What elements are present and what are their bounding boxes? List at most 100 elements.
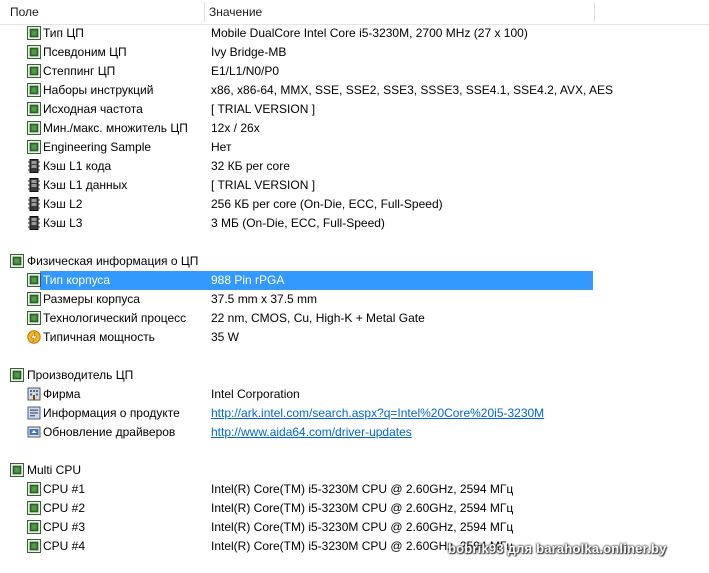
cpu-chip-icon <box>27 26 41 40</box>
cpu-chip-icon <box>10 463 24 477</box>
field-label: Мин./макс. множитель ЦП <box>43 121 188 135</box>
field-value: 988 Pin rPGA <box>211 273 285 287</box>
property-row[interactable]: Кэш L1 кода 32 КБ per core <box>0 157 709 176</box>
memory-stick-icon <box>27 159 41 173</box>
group-header[interactable]: Физическая информация о ЦП <box>0 252 709 271</box>
field-label: Кэш L2 <box>43 197 83 211</box>
field-label: Псевдоним ЦП <box>43 45 127 59</box>
field-value: 22 nm, CMOS, Cu, High-K + Metal Gate <box>211 311 425 325</box>
cpu-chip-icon <box>27 83 41 97</box>
field-label: Тип корпуса <box>43 273 111 287</box>
property-row[interactable]: Степпинг ЦП E1/L1/N0/P0 <box>0 62 709 81</box>
building-icon <box>27 387 41 401</box>
field-label: Исходная частота <box>43 102 143 116</box>
cpu-chip-icon <box>27 292 41 306</box>
property-row[interactable]: Фирма Intel Corporation <box>0 385 709 404</box>
field-label: Обновление драйверов <box>43 425 176 439</box>
cpu-chip-icon <box>27 64 41 78</box>
cpu-chip-icon <box>27 45 41 59</box>
property-row[interactable]: CPU #2 Intel(R) Core(TM) i5-3230M CPU @ 2… <box>0 499 709 518</box>
field-label: Наборы инструкций <box>43 83 154 97</box>
field-value: x86, x86-64, MMX, SSE, SSE2, SSE3, SSSE3… <box>211 83 613 97</box>
memory-stick-icon <box>27 197 41 211</box>
column-header: Поле Значение <box>0 0 709 25</box>
cpu-chip-icon <box>10 368 24 382</box>
field-label: Кэш L1 данных <box>43 178 128 192</box>
value-link[interactable]: http://www.aida64.com/driver-updates <box>211 423 412 442</box>
property-row[interactable]: Кэш L2 256 КБ per core (On-Die, ECC, Full… <box>0 195 709 214</box>
field-label: Степпинг ЦП <box>43 64 116 78</box>
cpu-chip-icon <box>27 121 41 135</box>
cpu-chip-icon <box>27 520 41 534</box>
group-header[interactable]: Multi CPU <box>0 461 709 480</box>
field-label: CPU #2 <box>43 501 86 515</box>
field-label: CPU #4 <box>43 539 86 553</box>
field-label: Типичная мощность <box>43 330 155 344</box>
field-label: Размеры корпуса <box>43 292 140 306</box>
cpu-chip-icon <box>27 311 41 325</box>
group-header[interactable]: Производитель ЦП <box>0 366 709 385</box>
memory-stick-icon <box>27 178 41 192</box>
field-value: Нет <box>211 140 232 154</box>
property-row[interactable]: Размеры корпуса 37.5 mm x 37.5 mm <box>0 290 709 309</box>
group-label: Физическая информация о ЦП <box>27 254 199 268</box>
field-value: 37.5 mm x 37.5 mm <box>211 292 318 306</box>
cpu-chip-icon <box>27 273 41 287</box>
field-value: Intel Corporation <box>211 387 300 401</box>
field-value: [ TRIAL VERSION ] <box>211 102 316 116</box>
field-label: Технологический процесс <box>43 311 187 325</box>
selection-highlight <box>40 271 593 290</box>
property-row[interactable]: Мин./макс. множитель ЦП 12x / 26x <box>0 119 709 138</box>
field-value: [ TRIAL VERSION ] <box>211 178 316 192</box>
field-label: Тип ЦП <box>43 26 84 40</box>
field-label: Кэш L3 <box>43 216 83 230</box>
property-row[interactable]: Engineering Sample Нет <box>0 138 709 157</box>
field-label: Информация о продукте <box>43 406 180 420</box>
field-value: E1/L1/N0/P0 <box>211 64 280 78</box>
property-row[interactable]: CPU #1 Intel(R) Core(TM) i5-3230M CPU @ 2… <box>0 480 709 499</box>
property-row[interactable]: Типичная мощность 35 W <box>0 328 709 347</box>
group-label: Multi CPU <box>27 463 82 477</box>
property-row[interactable]: Тип корпуса 988 Pin rPGA <box>0 271 709 290</box>
property-row[interactable]: Кэш L1 данных [ TRIAL VERSION ] <box>0 176 709 195</box>
property-row[interactable]: Кэш L3 3 МБ (On-Die, ECC, Full-Speed) <box>0 214 709 233</box>
property-row[interactable]: CPU #3 Intel(R) Core(TM) i5-3230M CPU @ 2… <box>0 518 709 537</box>
cpu-chip-icon <box>10 254 24 268</box>
cpu-chip-icon <box>27 140 41 154</box>
field-label: Engineering Sample <box>43 140 152 154</box>
property-row[interactable]: Технологический процесс 22 nm, CMOS, Cu, … <box>0 309 709 328</box>
cpu-chip-icon <box>27 539 41 553</box>
field-label: Фирма <box>43 387 81 401</box>
field-value: 256 КБ per core (On-Die, ECC, Full-Speed… <box>211 197 443 211</box>
power-icon <box>27 330 41 344</box>
field-label: CPU #3 <box>43 520 86 534</box>
info-icon <box>27 406 41 420</box>
update-icon <box>27 425 41 439</box>
column-resize-handle[interactable] <box>204 2 205 22</box>
field-value: 12x / 26x <box>211 121 260 135</box>
property-row[interactable]: Исходная частота [ TRIAL VERSION ] <box>0 100 709 119</box>
column-header-value[interactable]: Значение <box>209 0 262 24</box>
field-value: Intel(R) Core(TM) i5-3230M CPU @ 2.60GHz… <box>211 520 514 534</box>
field-label: CPU #1 <box>43 482 86 496</box>
cpu-chip-icon <box>27 482 41 496</box>
property-row[interactable]: Обновление драйверов http://www.aida64.co… <box>0 423 709 442</box>
property-row[interactable]: Информация о продукте http://ark.intel.co… <box>0 404 709 423</box>
property-row[interactable]: Наборы инструкций x86, x86-64, MMX, SSE, … <box>0 81 709 100</box>
field-value: Ivy Bridge-MB <box>211 45 287 59</box>
column-header-field[interactable]: Поле <box>10 0 39 24</box>
field-value: 32 КБ per core <box>211 159 290 173</box>
field-value: 35 W <box>211 330 240 344</box>
value-link[interactable]: http://ark.intel.com/search.aspx?q=Intel… <box>211 404 544 423</box>
cpu-chip-icon <box>27 102 41 116</box>
memory-stick-icon <box>27 216 41 230</box>
field-value: Intel(R) Core(TM) i5-3230M CPU @ 2.60GHz… <box>211 482 514 496</box>
property-row[interactable]: Тип ЦП Mobile DualCore Intel Core i5-3230… <box>0 24 709 43</box>
column-resize-handle[interactable] <box>594 2 595 22</box>
field-value: 3 МБ (On-Die, ECC, Full-Speed) <box>211 216 385 230</box>
field-value: Intel(R) Core(TM) i5-3230M CPU @ 2.60GHz… <box>211 501 514 515</box>
cpu-chip-icon <box>27 501 41 515</box>
property-row[interactable]: Псевдоним ЦП Ivy Bridge-MB <box>0 43 709 62</box>
watermark: bobrik93 для baraholka.onliner.by <box>448 541 667 556</box>
field-value: Mobile DualCore Intel Core i5-3230M, 270… <box>211 26 528 40</box>
